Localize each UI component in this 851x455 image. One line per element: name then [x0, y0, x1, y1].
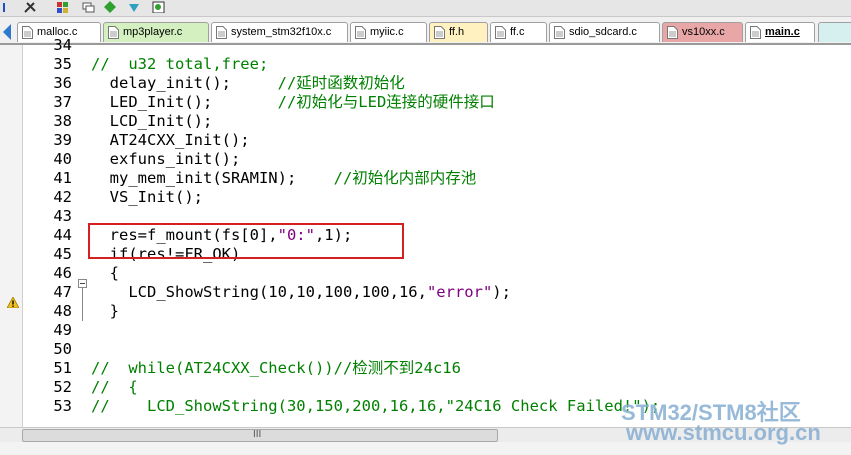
code-line[interactable]: 44 res=f_mount(fs[0],"0:",1); — [0, 226, 851, 245]
code-line[interactable]: 49 — [0, 321, 851, 340]
bracket-icon[interactable] — [3, 1, 16, 13]
code-text: if(res!=FR_OK) — [91, 245, 241, 263]
line-number: 34 — [53, 36, 72, 54]
code-text: } — [91, 302, 119, 320]
code-line[interactable]: 41 my_mem_init(SRAMIN); //初始化内部内存池 — [0, 169, 851, 188]
line-number: 37 — [53, 93, 72, 111]
code-line[interactable]: 39 AT24CXX_Init(); — [0, 131, 851, 150]
line-number: 48 — [53, 302, 72, 320]
code-text: my_mem_init(SRAMIN); //初始化内部内存池 — [91, 169, 477, 187]
warning-icon — [7, 297, 19, 308]
code-text: LCD_ShowString(10,10,100,100,16,"error")… — [91, 283, 511, 301]
line-number: 36 — [53, 74, 72, 92]
code-text: // u32 total,free; — [91, 55, 269, 73]
code-line[interactable]: 48 } — [0, 302, 851, 321]
code-line[interactable]: 37 LED_Init(); //初始化与LED连接的硬件接口 — [0, 93, 851, 112]
debug-icon[interactable] — [152, 1, 165, 13]
code-line[interactable]: 34 — [0, 36, 851, 55]
code-line[interactable]: 40 exfuns_init(); — [0, 150, 851, 169]
line-number: 47 — [53, 283, 72, 301]
line-number: 38 — [53, 112, 72, 130]
line-number: 41 — [53, 169, 72, 187]
line-number: 39 — [53, 131, 72, 149]
code-line[interactable]: 46 { — [0, 264, 851, 283]
code-text: // LCD_ShowString(30,150,200,16,16,"24C1… — [91, 397, 661, 415]
code-line[interactable]: 43 — [0, 207, 851, 226]
scrollbar-thumb[interactable]: III — [22, 429, 498, 442]
code-text: AT24CXX_Init(); — [91, 131, 250, 149]
line-number: 53 — [53, 397, 72, 415]
code-line[interactable]: 51 // while(AT24CXX_Check())//检测不到24c16 — [0, 359, 851, 378]
code-text: // { — [91, 378, 138, 396]
code-line[interactable]: 50 — [0, 340, 851, 359]
code-text: LCD_Init(); — [91, 112, 213, 130]
code-text: LED_Init(); //初始化与LED连接的硬件接口 — [91, 93, 495, 111]
fold-line — [82, 285, 83, 321]
code-text: VS_Init(); — [91, 188, 203, 206]
tools-icon[interactable] — [24, 1, 37, 13]
code-text: exfuns_init(); — [91, 150, 241, 168]
toolbar — [0, 0, 851, 17]
line-number: 44 — [53, 226, 72, 244]
line-number: 49 — [53, 321, 72, 339]
code-line[interactable]: 47 LCD_ShowString(10,10,100,100,16,"erro… — [0, 283, 851, 302]
code-line[interactable]: 45 if(res!=FR_OK) — [0, 245, 851, 264]
code-line[interactable]: 35 // u32 total,free; — [0, 55, 851, 74]
code-text: { — [91, 264, 119, 282]
watermark-line2: www.stmcu.org.cn — [626, 420, 821, 445]
line-number: 51 — [53, 359, 72, 377]
code-line[interactable]: 38 LCD_Init(); — [0, 112, 851, 131]
fold-toggle-icon[interactable] — [78, 279, 87, 288]
arrow-down-icon[interactable] — [128, 1, 141, 13]
build-icon[interactable] — [56, 1, 69, 13]
line-number: 35 — [53, 55, 72, 73]
line-number: 52 — [53, 378, 72, 396]
line-number: 42 — [53, 188, 72, 206]
windows-icon[interactable] — [82, 1, 95, 13]
line-number: 45 — [53, 245, 72, 263]
line-number: 50 — [53, 340, 72, 358]
code-line[interactable]: 42 VS_Init(); — [0, 188, 851, 207]
scroll-grip: III — [253, 429, 262, 440]
code-text: // while(AT24CXX_Check())//检测不到24c16 — [91, 359, 461, 377]
code-text: res=f_mount(fs[0],"0:",1); — [91, 226, 353, 244]
diamond-icon[interactable] — [104, 1, 117, 13]
code-line[interactable]: 36 delay_init(); //延时函数初始化 — [0, 74, 851, 93]
code-editor[interactable]: 34 35// u32 total,free; 36 delay_init(); /… — [0, 36, 851, 427]
code-text: delay_init(); //延时函数初始化 — [91, 74, 405, 92]
line-number: 40 — [53, 150, 72, 168]
line-number: 43 — [53, 207, 72, 225]
line-number: 46 — [53, 264, 72, 282]
